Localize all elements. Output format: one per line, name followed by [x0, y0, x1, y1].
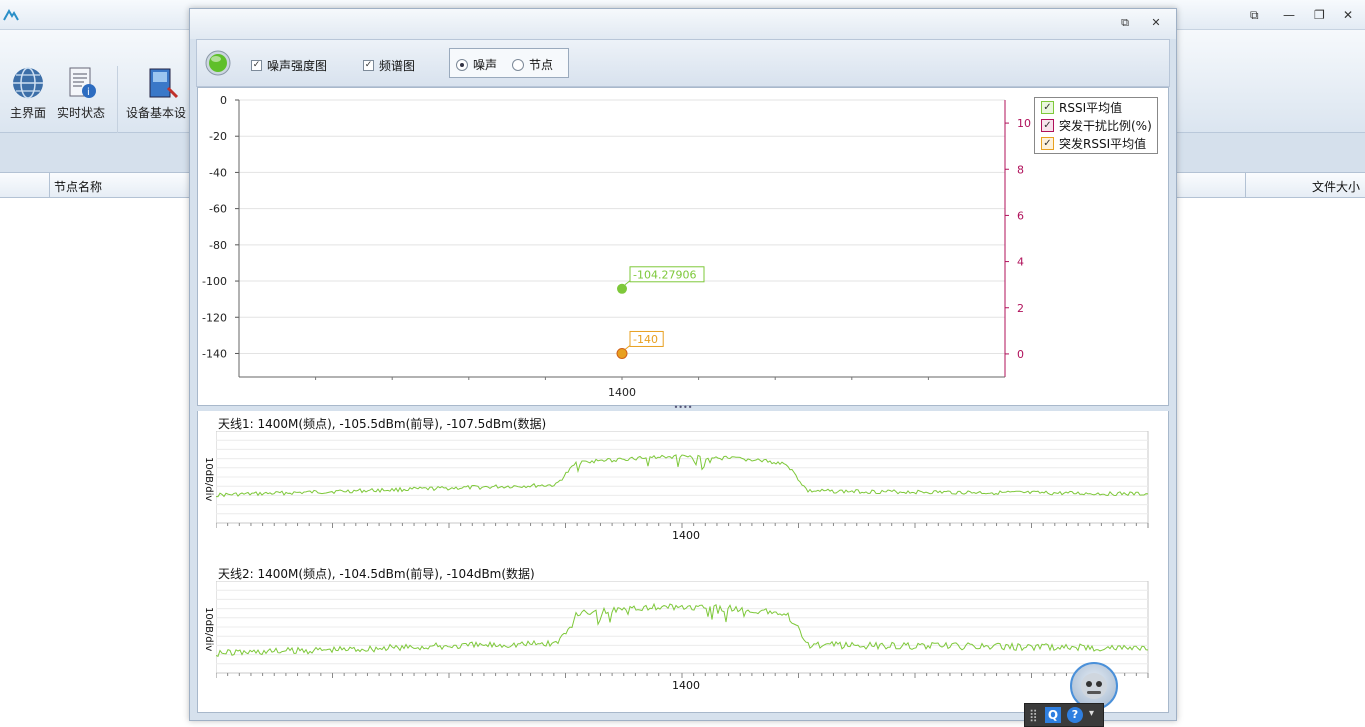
app-logo-icon	[3, 9, 19, 21]
legend-check-icon[interactable]: ✓	[1041, 100, 1054, 114]
radio-label: 噪声	[473, 58, 498, 72]
antenna1-spectrum-chart	[216, 431, 1149, 528]
y-right-tick-label: 4	[1017, 256, 1024, 269]
y-left-tick-label: -60	[209, 203, 227, 216]
y-left-tick-label: -140	[202, 347, 227, 360]
data-point	[617, 283, 627, 294]
restore-icon[interactable]: ⧉	[1250, 8, 1259, 23]
antenna2-x-tick: 1400	[672, 679, 700, 692]
legend-label: 突发干扰比例(%)	[1059, 118, 1152, 133]
svg-text:i: i	[87, 87, 90, 98]
antenna1-ylabel: 10dB/div	[203, 457, 214, 502]
radio-label: 节点	[529, 58, 554, 72]
ribbon-button-label: 主界面	[9, 106, 46, 120]
y-left-tick-label: 0	[220, 94, 227, 107]
device-settings-icon	[149, 68, 179, 99]
checkbox-spectrum[interactable]: ✓ 频谱图	[363, 57, 415, 74]
search-q-icon[interactable]: Q	[1045, 707, 1061, 723]
legend-item-burst-ratio[interactable]: ✓ 突发干扰比例(%)	[1035, 116, 1157, 134]
chart-legend: ✓ RSSI平均值 ✓ 突发干扰比例(%) ✓ 突发RSSI平均值	[1034, 97, 1158, 154]
antenna2-title: 天线2: 1400M(频点), -104.5dBm(前导), -104dBm(数…	[218, 567, 535, 581]
help-icon[interactable]: ?	[1067, 707, 1083, 723]
ribbon-button-status[interactable]: i 实时状态	[56, 66, 106, 121]
data-label-leader	[624, 345, 631, 350]
checkbox-box[interactable]: ✓	[251, 60, 262, 71]
legend-check-icon[interactable]: ✓	[1041, 136, 1054, 150]
spectrum-panel: 天线1: 1400M(频点), -105.5dBm(前导), -107.5dBm…	[197, 411, 1169, 713]
close-icon[interactable]: ✕	[1343, 8, 1353, 22]
y-left-tick-label: -100	[202, 275, 227, 288]
data-label: -104.27906	[633, 268, 696, 281]
data-label: -140	[633, 333, 658, 346]
restore-icon[interactable]: ⧉	[1118, 17, 1132, 29]
y-right-tick-label: 8	[1017, 163, 1024, 176]
antenna2-spectrum-chart	[216, 581, 1149, 678]
checkbox-label: 频谱图	[379, 59, 416, 73]
row-indicator-column	[49, 173, 50, 197]
ribbon-button-label: 设备基本设	[126, 106, 187, 120]
y-right-tick-label: 6	[1017, 209, 1024, 222]
y-left-tick-label: -40	[209, 166, 227, 179]
y-right-tick-label: 0	[1017, 348, 1024, 361]
status-led-icon	[205, 50, 231, 76]
close-icon[interactable]: ✕	[1149, 17, 1163, 29]
y-left-tick-label: -120	[202, 311, 227, 324]
column-header-node-name[interactable]: 节点名称	[54, 178, 102, 195]
radio-dot[interactable]	[512, 58, 524, 71]
robot-face-icon	[1081, 673, 1107, 699]
dialog-toolbar: ✓ 噪声强度图 ✓ 频谱图 噪声 节点	[196, 39, 1170, 87]
grip-icon[interactable]: ⣿	[1029, 708, 1038, 722]
antenna1-title: 天线1: 1400M(频点), -105.5dBm(前导), -107.5dBm…	[218, 417, 547, 431]
legend-label: 突发RSSI平均值	[1059, 136, 1147, 151]
ribbon-button-main[interactable]: 主界面	[8, 66, 48, 121]
status-widget: ⣿ Q ? ▾	[1024, 703, 1104, 727]
checkbox-label: 噪声强度图	[267, 59, 328, 73]
y-left-tick-label: -20	[209, 130, 227, 143]
radio-noise[interactable]: 噪声	[456, 56, 497, 73]
maximize-icon[interactable]: ❐	[1314, 8, 1325, 22]
dropdown-icon[interactable]: ▾	[1089, 708, 1094, 719]
y-right-tick-label: 2	[1017, 302, 1024, 315]
y-right-tick-label: 10	[1017, 117, 1031, 130]
legend-item-burst-rssi[interactable]: ✓ 突发RSSI平均值	[1035, 134, 1157, 152]
noise-strength-chart: 0 -20 -40 -60 -80 -100 -120 -140 10 8 6 4 2 0 1400 -104…	[202, 94, 1031, 399]
dialog-titlebar: ⧉ ✕	[190, 9, 1176, 39]
noise-chart-panel: 0 -20 -40 -60 -80 -100 -120 -140 10 8 6 4 2 0 1400 -104…	[197, 87, 1169, 406]
checkbox-noise-strength[interactable]: ✓ 噪声强度图	[251, 57, 327, 74]
legend-check-icon[interactable]: ✓	[1041, 118, 1054, 132]
antenna2-ylabel: 10dB/div	[203, 607, 214, 652]
legend-label: RSSI平均值	[1059, 100, 1123, 115]
data-point	[616, 347, 628, 359]
x-tick-label: 1400	[608, 386, 636, 399]
y-left-tick-label: -80	[209, 239, 227, 252]
ribbon-button-label: 实时状态	[56, 106, 105, 120]
minimize-icon[interactable]: —	[1283, 8, 1295, 22]
radio-dot[interactable]	[456, 58, 468, 71]
checkbox-box[interactable]: ✓	[363, 60, 374, 71]
column-divider	[1245, 173, 1246, 197]
globe-icon	[13, 67, 43, 99]
document-info-icon: i	[69, 67, 96, 98]
legend-item-rssi[interactable]: ✓ RSSI平均值	[1035, 98, 1157, 116]
view-radio-group: 噪声 节点	[449, 48, 569, 78]
radio-node[interactable]: 节点	[512, 56, 553, 73]
antenna1-x-tick: 1400	[672, 529, 700, 542]
column-header-file-size[interactable]: 文件大小	[1312, 178, 1360, 195]
ribbon-button-device-settings[interactable]: 设备基本设	[126, 66, 190, 121]
